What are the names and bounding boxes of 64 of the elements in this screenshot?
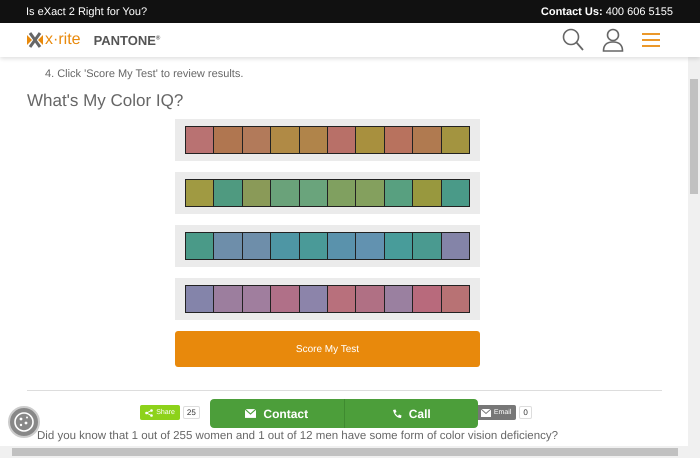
color-tile[interactable] [214,285,243,313]
color-tile[interactable] [356,126,385,154]
color-tile[interactable] [442,232,470,260]
color-tile[interactable] [300,179,328,207]
color-tile[interactable] [413,285,442,313]
cookie-settings-button[interactable] [8,406,40,438]
color-tile[interactable] [214,126,243,154]
score-button[interactable]: Score My Test [175,331,480,367]
color-tile[interactable] [300,126,328,154]
color-tile[interactable] [384,232,414,260]
color-tile[interactable] [413,179,442,207]
color-tile[interactable] [384,285,414,313]
color-tile[interactable] [328,232,356,260]
color-tile[interactable] [214,232,243,260]
contact-info: Contact Us: 400 606 5155 [540,6,673,18]
color-tile[interactable] [242,179,272,207]
brand-logo-text[interactable]: PANTONE$^{®}$ [94,32,160,48]
fact-text: Did you know that 1 out of 255 women and 1 out of 12 men have some form of color vision deficiency? [37,430,559,442]
color-tile[interactable] [185,232,214,260]
color-tile[interactable] [442,179,470,207]
color-tile[interactable] [271,179,300,207]
email-count: 0 [519,406,532,419]
vertical-scrollbar[interactable] [688,57,700,446]
logo-text[interactable]: x·rite [45,31,81,49]
instruction-text: 4. Click 'Score My Test' to review results. [45,67,244,82]
search-icon[interactable] [562,28,584,52]
color-tile[interactable] [384,126,414,154]
menu-icon[interactable] [642,32,660,48]
page-title: What's My Color IQ? [27,90,184,112]
color-tile[interactable] [242,232,272,260]
color-tile[interactable] [185,126,214,154]
envelope-icon [480,408,491,416]
color-tile[interactable] [300,232,328,260]
share-count: 25 [182,406,200,419]
color-tile[interactable] [413,126,442,154]
color-tile[interactable] [356,285,385,313]
color-tile[interactable] [356,179,385,207]
color-tile[interactable] [242,285,272,313]
color-tile[interactable] [328,126,356,154]
cookie-icon [13,411,35,433]
horizontal-scrollbar[interactable] [0,446,700,458]
color-tile[interactable] [300,285,328,313]
promo-link[interactable]: Is eXact 2 Right for You? [26,6,148,18]
color-tile[interactable] [242,126,272,154]
color-tile[interactable] [442,285,470,313]
color-tile[interactable] [328,285,356,313]
color-tile[interactable] [384,179,414,207]
envelope-icon [245,409,256,418]
share-icon [145,408,154,416]
color-tile[interactable] [413,232,442,260]
phone-icon [392,408,402,418]
color-tile[interactable] [271,285,300,313]
color-tile[interactable] [185,285,214,313]
color-tile[interactable] [356,232,385,260]
color-tile[interactable] [328,179,356,207]
color-tile[interactable] [442,126,470,154]
x-logo-icon [27,32,43,48]
color-tile[interactable] [214,179,243,207]
color-tile[interactable] [271,232,300,260]
color-tile[interactable] [185,179,214,207]
user-icon[interactable] [602,28,624,52]
contact-button[interactable]: Contact [210,399,344,428]
call-button[interactable]: Call [344,399,478,428]
color-tile[interactable] [271,126,300,154]
